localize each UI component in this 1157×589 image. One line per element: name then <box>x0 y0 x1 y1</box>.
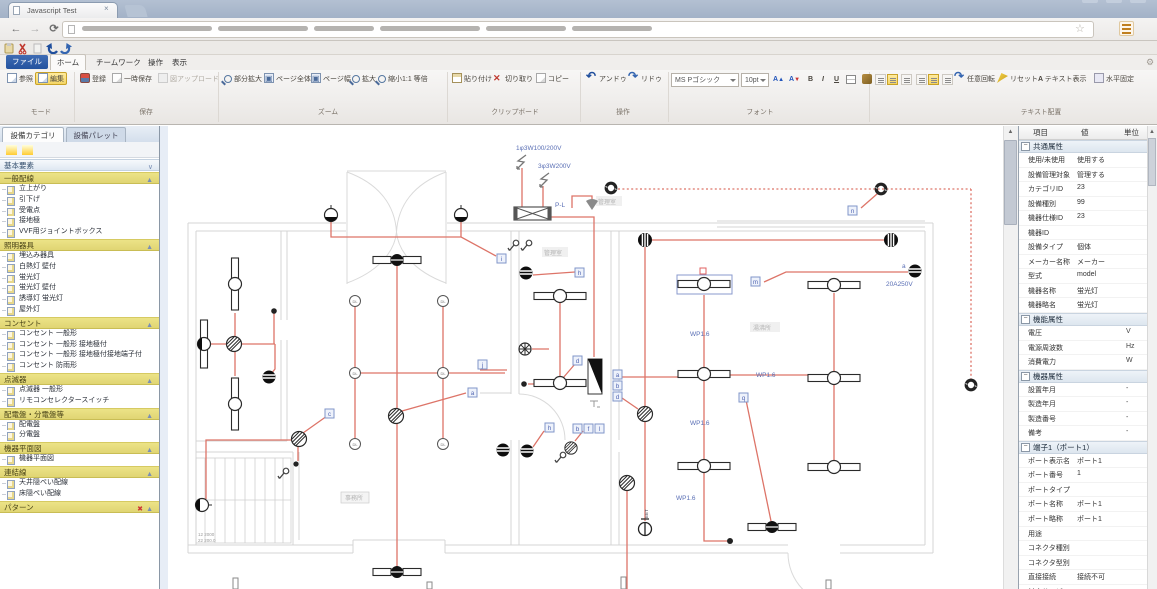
svg-text:a: a <box>902 263 906 270</box>
svg-text:管理室: 管理室 <box>544 249 562 257</box>
svg-text:WP1.6: WP1.6 <box>690 420 710 427</box>
svg-text:3φ3W200V: 3φ3W200V <box>538 163 571 170</box>
svg-text:管理室: 管理室 <box>598 198 616 206</box>
svg-text:h: h <box>578 271 581 277</box>
svg-text:i: i <box>501 257 502 263</box>
svg-text:l: l <box>599 427 600 433</box>
svg-text:m: m <box>753 280 758 286</box>
svg-text:j: j <box>481 363 483 369</box>
svg-text:1φ3W100/200V: 1φ3W100/200V <box>516 145 562 152</box>
svg-text:P-L: P-L <box>555 202 566 209</box>
svg-text:WP1.6: WP1.6 <box>676 495 696 502</box>
svg-text:22 200.0: 22 200.0 <box>198 538 216 543</box>
svg-text:WP1.6: WP1.6 <box>690 331 710 338</box>
svg-text:EET: EET <box>644 509 649 518</box>
svg-text:q: q <box>742 396 745 402</box>
svg-text:n: n <box>851 209 854 215</box>
svg-text:c: c <box>328 412 331 418</box>
svg-text:湯沸所: 湯沸所 <box>753 324 771 332</box>
svg-text:h: h <box>548 426 551 432</box>
svg-text:d: d <box>616 395 619 401</box>
svg-text:20A250V: 20A250V <box>886 281 913 288</box>
svg-text:12 2000: 12 2000 <box>198 532 215 537</box>
svg-text:d: d <box>576 359 579 365</box>
svg-text:WP1.6: WP1.6 <box>756 372 776 379</box>
svg-text:事務所: 事務所 <box>345 494 363 502</box>
